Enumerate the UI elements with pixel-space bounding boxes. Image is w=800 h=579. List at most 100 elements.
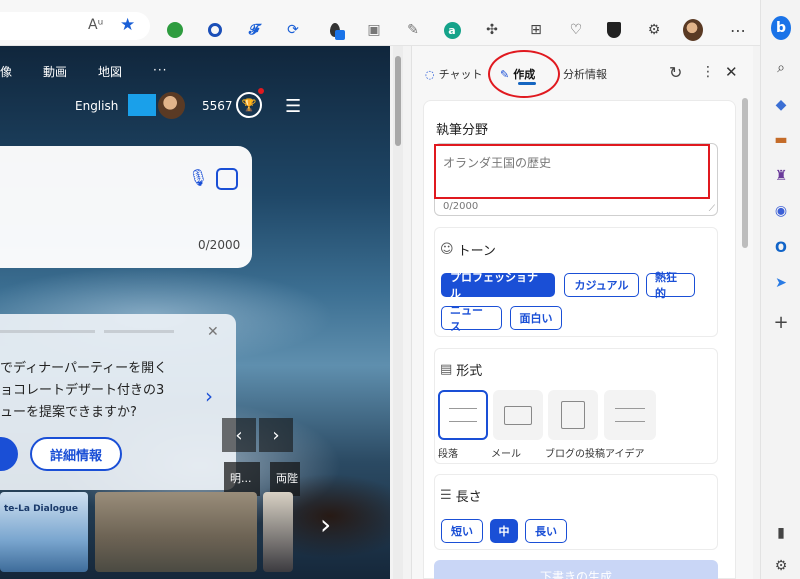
news-caption-right[interactable]: 両陛 [270,462,300,496]
copy-extension-icon[interactable]: ▣ [364,20,384,40]
settings-gear-icon[interactable]: ⚙ [771,556,791,576]
format-paragraph-option[interactable] [438,390,488,440]
notification-dot [258,88,264,94]
panel-close-icon[interactable]: ✕ [725,63,738,81]
envelope-icon [504,405,532,425]
points-counter: 5567 [202,99,233,113]
page-scrollbar[interactable] [393,46,403,579]
evernote-extension-icon[interactable] [165,20,185,40]
favorite-star-icon[interactable]: ★ [120,15,135,35]
promo-next-chevron-icon[interactable]: › [205,384,213,408]
news-caption-left[interactable]: 明... [224,462,260,496]
health-heart-icon[interactable]: ♡ [566,20,586,40]
resize-handle-icon[interactable]: ⟋ [709,204,715,214]
add-icon[interactable]: + [771,312,791,333]
grammar-extension-icon[interactable]: a [442,20,462,40]
tone-funny[interactable]: 面白い [510,306,562,330]
address-bar[interactable]: Aᵘ ★ [0,12,150,40]
settings-badge-icon[interactable]: ⚙ [644,20,664,40]
chat-icon: ◌ [425,67,435,81]
search-char-count: 0/2000 [198,238,241,252]
user-avatar[interactable] [158,92,185,119]
blog-document-icon [561,401,585,429]
format-title: ▤ 形式 [440,362,483,379]
bing-webpage: 像 動画 地図 ··· English 5567 🏆 ☰ 🎙 0/2000 ✕ … [0,46,390,579]
tone-title: ☺ トーン [440,242,496,259]
writing-topic-title: 執筆分野 [436,123,489,138]
nav-images[interactable]: 像 [0,63,12,80]
notes-extension-icon[interactable]: ✎ [403,20,423,40]
format-ideas-option[interactable] [604,390,656,440]
visual-search-icon[interactable] [216,168,238,190]
length-medium[interactable]: 中 [490,519,518,543]
hamburger-menu-icon[interactable]: ☰ [285,96,301,117]
paragraph-lines-icon [449,408,477,422]
nav-videos[interactable]: 動画 [43,63,67,80]
search-icon[interactable]: ⌕ [771,58,791,78]
format-blog-label: ブログの投稿 [545,449,605,460]
length-short[interactable]: 短い [441,519,483,543]
panel-more-icon[interactable]: ⋮ [701,64,715,80]
tone-professional[interactable]: プロフェッショナル [441,271,555,300]
news-thumbnail-3[interactable] [263,492,293,572]
tone-casual[interactable]: カジュアル [564,273,639,297]
read-aloud-icon[interactable]: Aᵘ [88,17,103,33]
refresh-icon[interactable]: ↻ [669,63,682,82]
search-box[interactable]: 🎙 0/2000 [0,146,252,268]
send-icon[interactable]: ➤ [771,273,791,293]
tone-news[interactable]: ニュース [441,304,502,333]
font-extension-icon[interactable]: 𝓕 [244,20,264,40]
annotation-oval [488,50,560,98]
annotation-rectangle [434,144,710,199]
news-thumbnail-2[interactable] [95,492,257,572]
format-email-option[interactable] [493,390,543,440]
carousel-prev-button[interactable]: ‹ [222,418,256,452]
tab-insights[interactable]: 分析情報 [563,66,607,82]
edge-sidebar: b ⌕ ◆ ▬ ♜ ◉ O ➤ + ▮ ⚙ [760,0,800,579]
browser-toolbar: Aᵘ ★ 𝓕 ⟳ ▣ ✎ a ✣ ⊞ ♡ ⚙ ⋯ [0,0,760,46]
tag-icon[interactable]: ◆ [771,95,791,115]
tone-enthusiastic[interactable]: 熱狂的 [646,271,695,300]
add-collection-icon[interactable]: ⊞ [526,20,546,40]
extensions-puzzle-icon[interactable]: ✣ [482,20,502,40]
length-title: ☰ 長さ [440,488,482,505]
water-drop-extension-icon[interactable] [325,20,345,40]
topic-char-count: 0/2000 [443,201,479,212]
sidebar-toggle-icon[interactable]: ▮ [771,523,791,543]
length-long[interactable]: 長い [525,519,567,543]
trophy-icon[interactable]: 🏆 [236,92,262,118]
format-paragraph-label: 段落 [438,449,458,460]
tone-icon: ☺ [440,242,454,257]
microsoft365-icon[interactable]: ◉ [771,201,791,221]
language-link[interactable]: English [75,99,118,113]
copilot-icon[interactable]: b [771,16,791,40]
rewards-badge[interactable] [128,94,156,116]
profile-avatar[interactable] [683,19,703,41]
nav-more[interactable]: ··· [153,63,167,77]
news-thumbnail-1[interactable]: te-La Dialogue [0,492,88,572]
tools-briefcase-icon[interactable]: ▬ [771,130,791,150]
details-button[interactable]: 詳細情報 [30,437,122,471]
tab-chat[interactable]: ◌ チャット [425,66,483,82]
format-icon: ▤ [440,362,453,377]
extension-dots-icon[interactable] [205,20,225,40]
nav-maps[interactable]: 地図 [98,63,122,80]
length-icon: ☰ [440,488,452,503]
format-blog-option[interactable] [548,390,598,440]
promo-primary-button[interactable] [0,437,18,471]
format-ideas-label: アイデア [605,449,645,460]
panel-scrollbar[interactable] [741,98,749,579]
generate-draft-button[interactable]: 下書きの生成 [434,560,718,579]
list-icon [615,408,645,422]
swap-extension-icon[interactable]: ⟳ [283,20,303,40]
copilot-promo-card: ✕ でディナーパーティーを開く ョコレートデザート付きの3 ューを提案できますか… [0,314,236,490]
news-next-chevron-icon[interactable]: › [320,508,331,541]
shield-check-icon[interactable] [604,20,624,40]
format-email-label: メール [491,449,521,460]
microphone-icon[interactable]: 🎙 [188,168,208,187]
more-menu-icon[interactable]: ⋯ [728,20,748,40]
outlook-icon[interactable]: O [771,238,791,258]
carousel-next-button[interactable]: › [259,418,293,452]
close-promo-icon[interactable]: ✕ [207,324,219,340]
games-chess-icon[interactable]: ♜ [771,166,791,186]
